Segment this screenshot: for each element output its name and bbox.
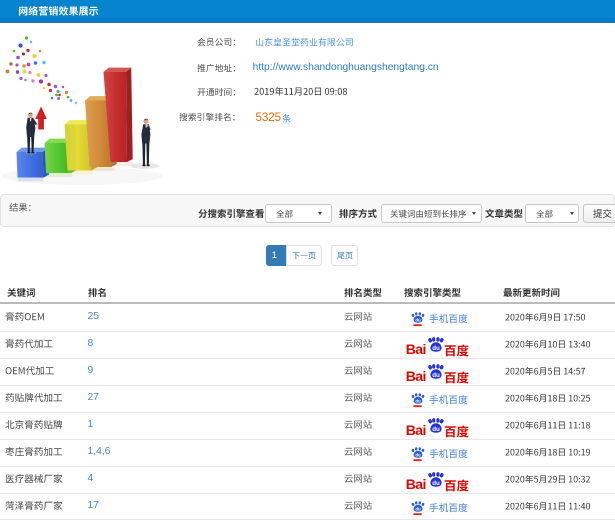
svg-text:du: du — [432, 345, 440, 352]
svg-text:du: du — [415, 452, 421, 457]
svg-text:du: du — [432, 480, 440, 487]
svg-text:du: du — [415, 317, 421, 322]
svg-text:du: du — [415, 506, 421, 511]
svg-text:du: du — [415, 398, 421, 403]
svg-text:du: du — [432, 372, 440, 379]
svg-text:du: du — [432, 426, 440, 433]
